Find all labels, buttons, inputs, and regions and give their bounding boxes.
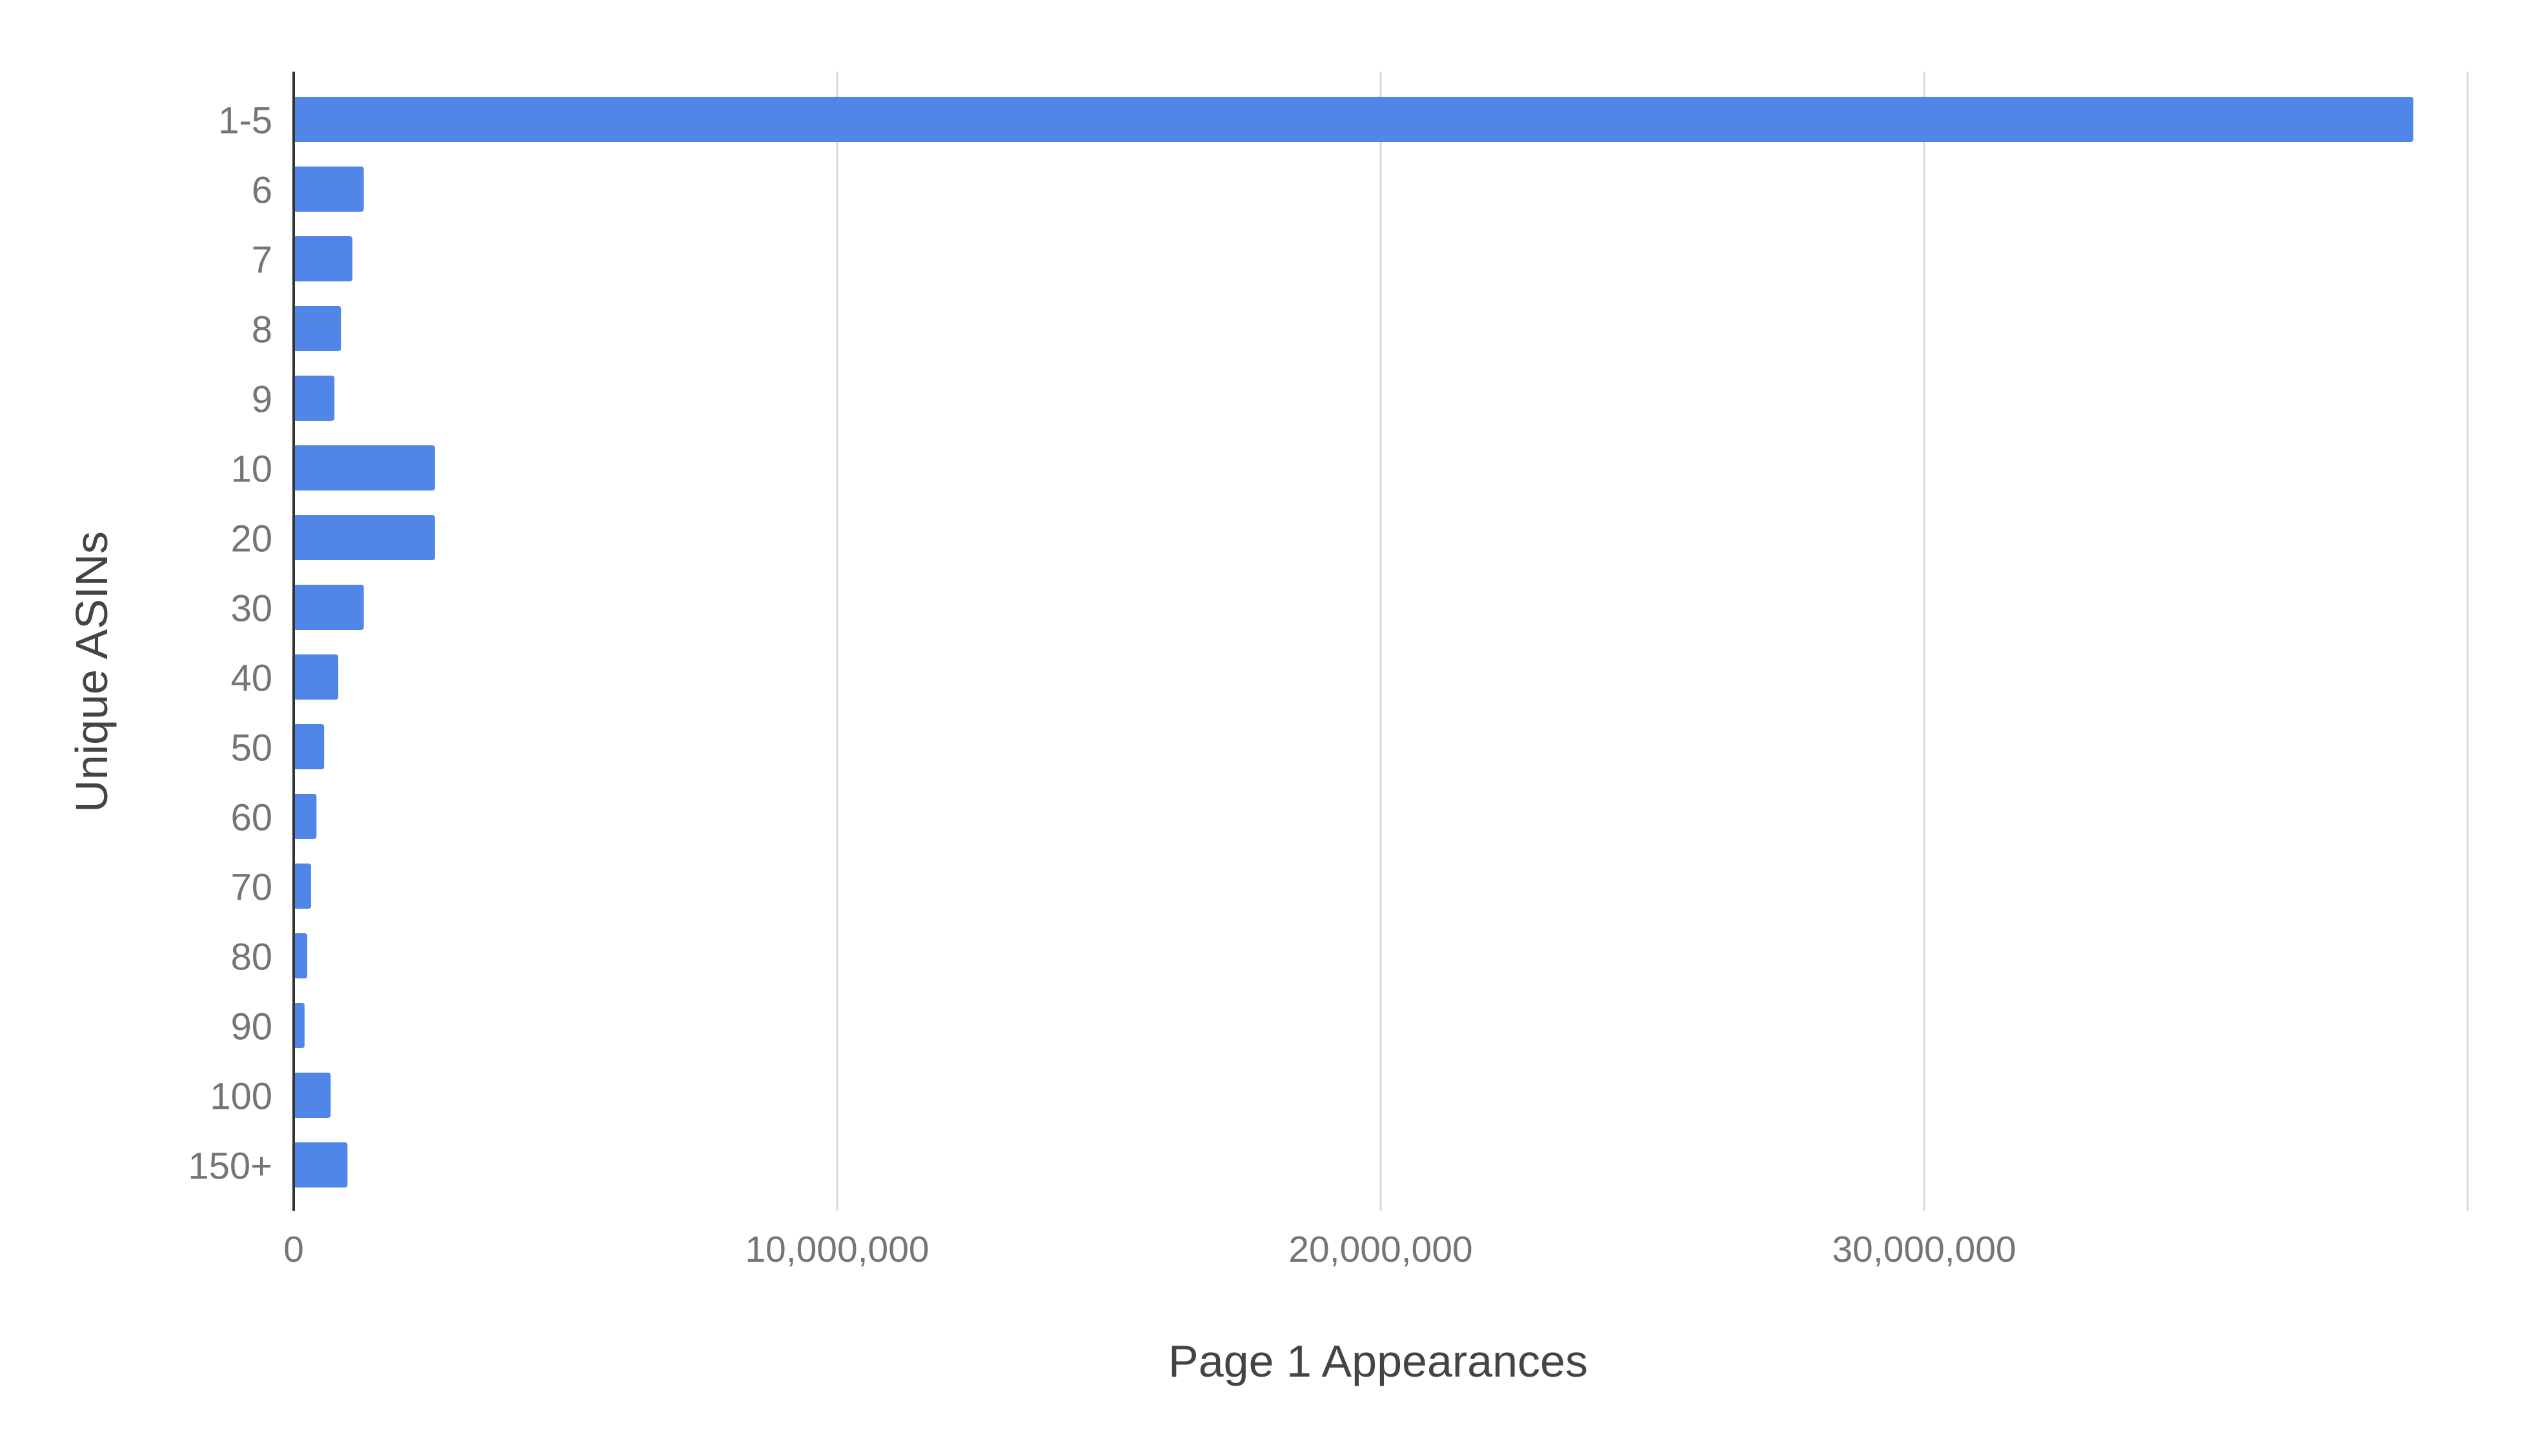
y-tick-label: 6 [252,170,272,212]
bar [294,97,2413,142]
bar [294,1073,331,1118]
x-tick-label: 30,000,000 [1832,1229,2016,1270]
bar [294,724,325,769]
bar-chart: 1-5 6 7 8 9 10 20 30 40 50 60 70 80 90 100 150+ 0 10,000… [66,72,2469,1386]
bar [294,933,308,978]
gridlines [836,72,2469,1211]
y-tick-label: 80 [230,936,272,978]
y-tick-label: 9 [252,379,272,421]
y-tick-label: 20 [230,518,272,560]
bar [294,794,317,839]
x-tick-label: 20,000,000 [1288,1229,1472,1270]
y-tick-label: 1-5 [218,100,272,142]
y-tick-label: 40 [230,658,272,700]
bars [294,97,2413,1188]
y-tick-label: 7 [252,239,272,281]
y-tick-label: 50 [230,727,272,769]
bar [294,654,339,700]
y-tick-label: 60 [230,797,272,839]
y-tick-label: 70 [230,867,272,909]
y-tick-label: 100 [210,1076,272,1118]
bar [294,1142,348,1188]
y-tick-label: 150+ [188,1146,272,1188]
y-tick-label: 8 [252,309,272,351]
bar [294,585,364,630]
y-tick-label: 10 [230,449,272,490]
x-tick-label: 0 [283,1229,304,1270]
bar [294,306,341,351]
y-axis-title: Unique ASINs [66,531,117,813]
bar [294,1003,305,1048]
y-tick-label: 90 [230,1006,272,1048]
x-tick-label: 10,000,000 [745,1229,929,1270]
bar [294,236,352,281]
bar [294,515,435,560]
y-axis-tick-labels: 1-5 6 7 8 9 10 20 30 40 50 60 70 80 90 100 150+ [188,100,272,1188]
x-axis-tick-labels: 0 10,000,000 20,000,000 30,000,000 [283,1229,2016,1270]
bar [294,376,335,421]
x-axis-title: Page 1 Appearances [1168,1336,1588,1386]
y-tick-label: 30 [230,588,272,630]
bar [294,167,364,212]
bar [294,864,311,909]
bar [294,445,435,490]
